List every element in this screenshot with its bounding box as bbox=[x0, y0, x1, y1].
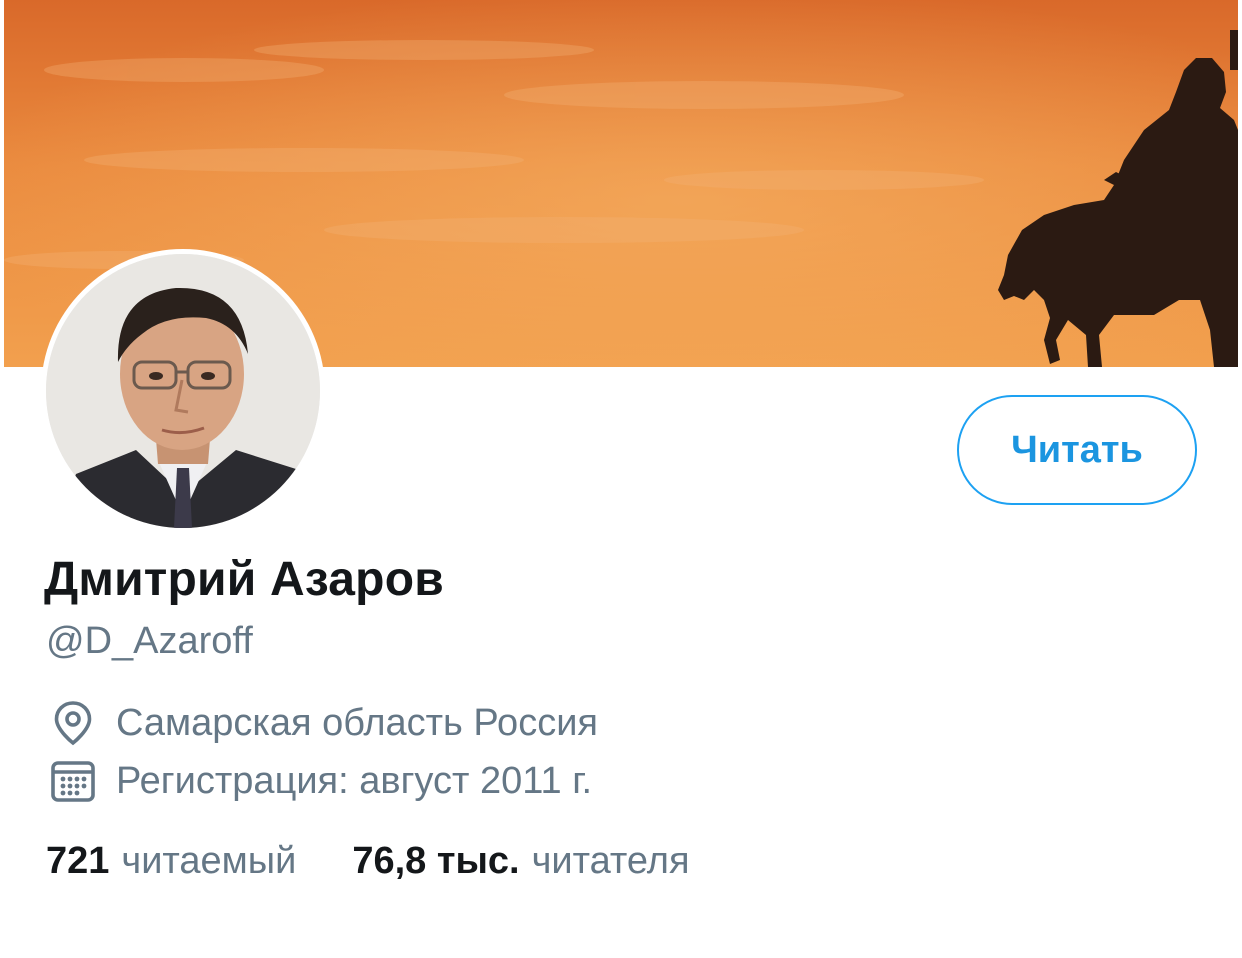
profile-display-name: Дмитрий Азаров bbox=[44, 553, 444, 606]
join-date-text: Регистрация: август 2011 г. bbox=[116, 759, 593, 802]
profile-avatar[interactable] bbox=[41, 249, 325, 533]
followers-label: читателя bbox=[531, 840, 690, 882]
profile-stats: 721 читаемый 76,8 тыс. читателя bbox=[46, 840, 690, 883]
profile-header: Читать Дмитрий Азаров @D_Azaroff Самарск… bbox=[0, 0, 1242, 958]
calendar-icon bbox=[48, 756, 98, 806]
following-label: читаемый bbox=[121, 840, 297, 882]
profile-join-date: Регистрация: август 2011 г. bbox=[48, 756, 592, 806]
follow-button[interactable]: Читать bbox=[957, 395, 1197, 505]
profile-handle: @D_Azaroff bbox=[46, 620, 253, 662]
profile-location: Самарская область Россия bbox=[48, 698, 598, 748]
followers-count: 76,8 тыс. bbox=[352, 840, 520, 882]
location-text: Самарская область Россия bbox=[116, 701, 598, 744]
avatar-photo bbox=[46, 254, 320, 528]
following-count: 721 bbox=[46, 840, 110, 882]
following-stat[interactable]: 721 читаемый bbox=[46, 840, 296, 883]
location-pin-icon bbox=[48, 698, 98, 748]
followers-stat[interactable]: 76,8 тыс. читателя bbox=[352, 840, 689, 883]
